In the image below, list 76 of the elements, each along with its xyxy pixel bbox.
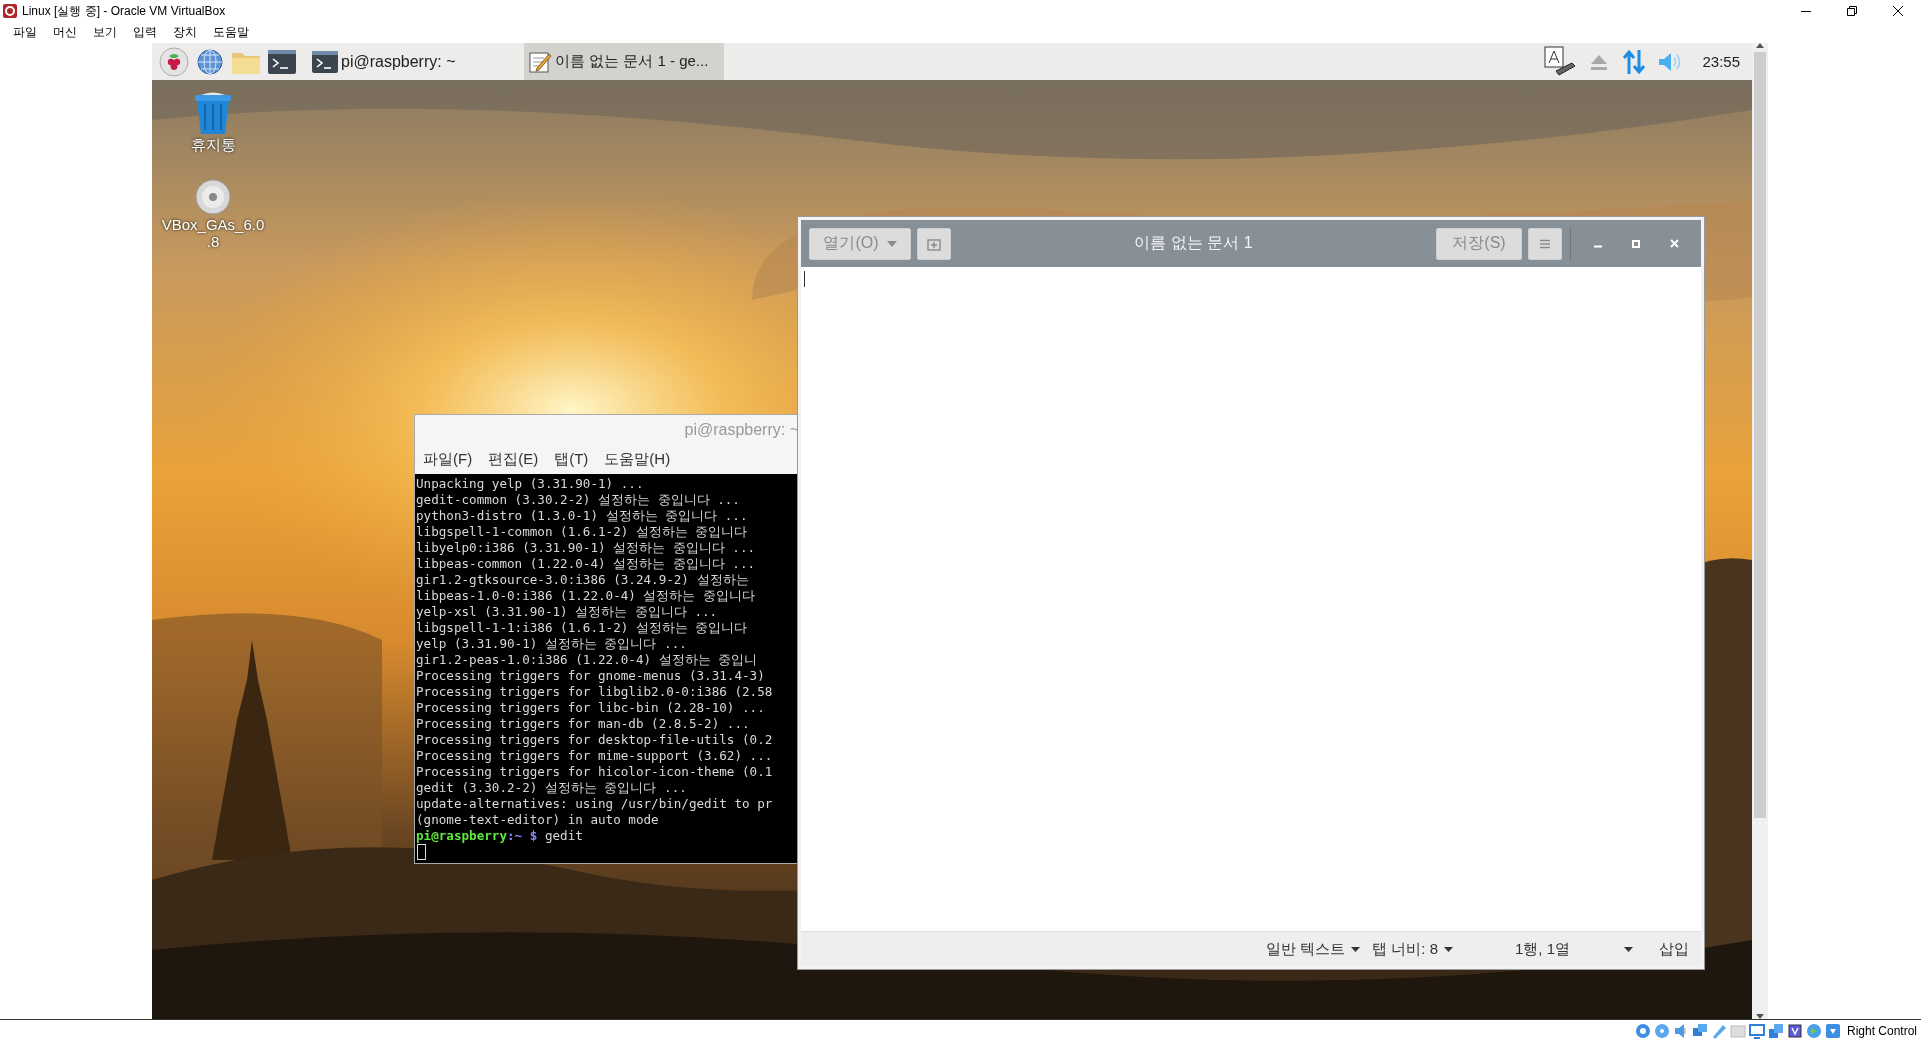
caret-icon [1351, 946, 1361, 952]
terminal-line: Processing triggers for libglib2.0-0:i386 (2.58 [416, 684, 774, 700]
menu-item[interactable]: 파일(F) [423, 450, 473, 469]
host-key-label: Right Control [1846, 1024, 1917, 1038]
globe-icon[interactable] [196, 47, 224, 76]
windows-icon[interactable] [1767, 1023, 1784, 1039]
scrollbar[interactable] [1752, 43, 1768, 1019]
disc-icon [194, 178, 232, 216]
terminal-line: Processing triggers for mime-support (3.62) ... [416, 748, 774, 764]
taskbar-button[interactable]: 이름 없는 문서 1 - ge... [524, 43, 724, 80]
raspberry-icon[interactable] [159, 46, 189, 77]
terminal-line: update-alternatives: using /usr/bin/gedit to pr [416, 796, 774, 812]
audio-icon[interactable] [1672, 1023, 1689, 1039]
caret-icon [1444, 946, 1453, 952]
terminal-prompt: pi@raspberry:~ $ gedit [416, 828, 584, 844]
icon-label: 휴지통 [190, 136, 236, 155]
caret-icon [1624, 946, 1633, 952]
new-tab-icon [927, 236, 941, 251]
terminal-line: (gnome-text-editor) in auto mode [416, 812, 660, 828]
menu-button[interactable] [1528, 227, 1562, 260]
terminal-icon[interactable] [268, 49, 296, 74]
terminal-line: gedit (3.30.2-2) 설정하는 중입니다 ... [416, 780, 688, 796]
text-cursor [417, 844, 426, 860]
trash-icon [193, 92, 233, 136]
menu-icon [1540, 238, 1550, 249]
terminal-line: Processing triggers for hicolor-icon-theme (0.1 [416, 764, 774, 780]
terminal-line: libpeas-1.0-0:i386 (1.22.0-4) 설정하는 중입니다 [416, 588, 757, 604]
terminal-line: libgspell-1-common (1.6.1-2) 설정하는 중입니다 [416, 524, 749, 540]
menu-item[interactable]: 파일 [6, 24, 44, 41]
optical-disc-icon[interactable] [1653, 1023, 1670, 1039]
taskbar-button[interactable]: pi@raspberry: ~ [308, 43, 508, 80]
terminal-line: yelp (3.31.90-1) 설정하는 중입니다 ... [416, 636, 688, 652]
notepad-icon [528, 49, 552, 74]
terminal-icon [312, 50, 338, 73]
terminal-line: gir1.2-peas-1.0:i386 (1.22.0-4) 설정하는 중입니 [416, 652, 759, 668]
menu-item[interactable]: 편집(E) [488, 450, 539, 469]
close-icon [1669, 239, 1679, 248]
window-title: 이름 없는 문서 1 [1133, 233, 1254, 253]
app-icon [2, 3, 18, 19]
terminal-line: Processing triggers for desktop-file-utils (0.2 [416, 732, 774, 748]
clock[interactable]: 23:55 [1702, 53, 1740, 70]
download-icon[interactable] [1824, 1023, 1841, 1039]
menu-item[interactable]: 입력 [126, 24, 164, 41]
menu-item[interactable]: 도움말(H) [604, 450, 671, 469]
icon-label: .8 [206, 233, 220, 250]
language-dropdown[interactable]: 일반 텍스트 [1259, 939, 1367, 959]
terminal-line: libgspell-1-1:i386 (1.6.1-2) 설정하는 중입니다 [416, 620, 749, 636]
hard-disk-icon[interactable] [1634, 1023, 1651, 1039]
terminal-line: Processing triggers for libc-bin (2.28-10) ... [416, 700, 766, 716]
cursor-position-dropdown[interactable]: 1행, 1열 [1509, 939, 1639, 959]
caret-icon [886, 240, 897, 247]
close-icon[interactable] [1893, 6, 1903, 16]
terminal-line: libyelp0:i386 (3.31.90-1) 설정하는 중입니다 ... [416, 540, 757, 556]
tab-width-dropdown[interactable]: 탭 너비: 8 [1366, 939, 1459, 959]
terminal-line: yelp-xsl (3.31.90-1) 설정하는 중입니다 ... [416, 604, 719, 620]
terminal-line: Processing triggers for gnome-menus (3.31.4-3) [416, 668, 766, 684]
new-tab-button[interactable] [917, 227, 951, 260]
scroll-up-icon[interactable] [1756, 43, 1764, 48]
menu-item[interactable]: 장치 [166, 24, 204, 41]
terminal-line: gir1.2-gtksource-3.0:i386 (3.24.9-2) 설정하는 [416, 572, 750, 588]
restore-icon[interactable] [1847, 6, 1857, 16]
display-icon[interactable] [1748, 1023, 1765, 1039]
menu-item[interactable]: 탭(T) [554, 450, 589, 469]
insert-mode: 삽입 [1658, 939, 1690, 959]
terminal-line: Processing triggers for man-db (2.8.5-2) ... [416, 716, 751, 732]
terminal-line: python3-distro (1.3.0-1) 설정하는 중입니다 ... [416, 508, 749, 524]
terminal-line: libpeas-common (1.22.0-4) 설정하는 중입니다 ... [416, 556, 757, 572]
terminal-line: gedit-common (3.30.2-2) 설정하는 중입니다 ... [416, 492, 741, 508]
menu-item[interactable]: 머신 [46, 24, 84, 41]
window-title: Linux [실행 중] - Oracle VM VirtualBox [22, 2, 227, 20]
terminal-line: Unpacking yelp (3.31.90-1) ... [416, 476, 645, 492]
scroll-down-icon[interactable] [1756, 1014, 1764, 1019]
menu-item[interactable]: 도움말 [206, 24, 256, 41]
menu-item[interactable]: 보기 [86, 24, 124, 41]
maximize-icon [1632, 239, 1640, 248]
icon-label: VBox_GAs_6.0 [161, 216, 265, 233]
